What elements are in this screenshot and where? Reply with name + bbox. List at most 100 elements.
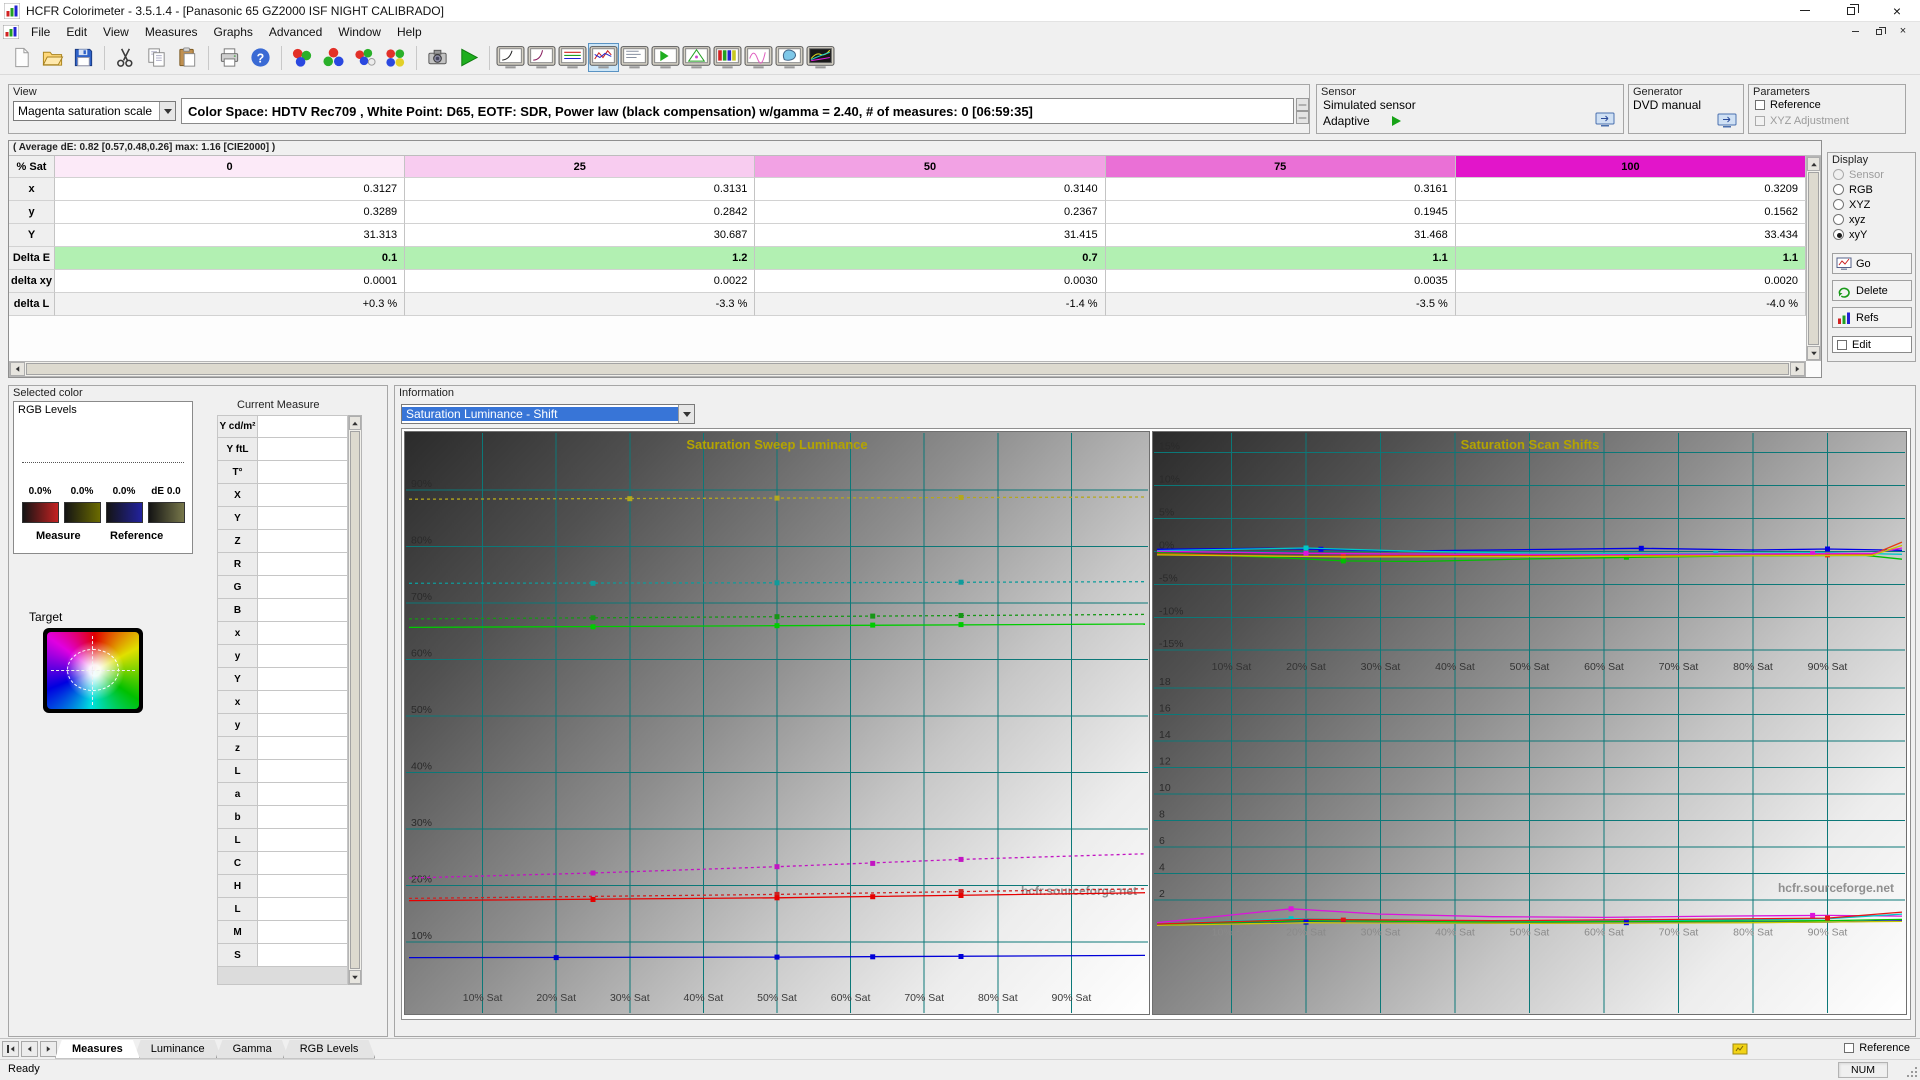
view-rgb-levels-button[interactable] (557, 43, 588, 72)
measure-row-value[interactable] (258, 944, 348, 967)
view-gamma-button[interactable] (495, 43, 526, 72)
scroll-left-icon[interactable] (10, 362, 25, 376)
table-cell[interactable]: 0.3140 (755, 178, 1105, 201)
mdi-minimize-button[interactable] (1844, 24, 1866, 39)
measure-row-value[interactable] (258, 553, 348, 576)
scrollbar-thumb[interactable] (26, 363, 1789, 375)
menu-file[interactable]: File (23, 23, 58, 41)
saturation-scale-select[interactable]: Magenta saturation scale (13, 101, 176, 121)
go-button[interactable]: Go (1832, 253, 1912, 274)
table-cell[interactable]: 30.687 (405, 224, 755, 247)
table-cell[interactable]: 0.0020 (1456, 270, 1806, 293)
sensor-config-button[interactable] (1593, 110, 1617, 129)
measure-rgb-primaries-button[interactable] (318, 43, 349, 72)
table-cell[interactable]: -1.4 % (755, 293, 1105, 316)
view-cie-diagram-button[interactable] (774, 43, 805, 72)
table-cell[interactable]: 0.7 (755, 247, 1105, 270)
scroll-up-icon[interactable] (349, 416, 361, 430)
scrollbar-thumb[interactable] (1808, 172, 1819, 345)
reference-checkbox-row[interactable]: Reference (1755, 99, 1821, 111)
restore-button[interactable] (1828, 0, 1874, 21)
column-header-0[interactable]: 0 (55, 156, 405, 178)
delete-button[interactable]: Delete (1832, 280, 1912, 301)
table-vertical-scrollbar[interactable] (1806, 156, 1821, 361)
edit-checkbox-row[interactable]: Edit (1832, 336, 1912, 353)
measure-full-button[interactable] (380, 43, 411, 72)
measure-row-value[interactable] (258, 645, 348, 668)
tab-gamma[interactable]: Gamma (216, 1040, 289, 1059)
view-free-measures-button[interactable] (650, 43, 681, 72)
reference-checkbox-row[interactable]: Reference (1844, 1042, 1910, 1054)
table-cell[interactable]: 0.3289 (55, 201, 405, 224)
measure-row-value[interactable] (258, 737, 348, 760)
scroll-right-icon[interactable] (1790, 362, 1805, 376)
column-header-25[interactable]: 25 (405, 156, 755, 178)
measure-row-value[interactable] (258, 507, 348, 530)
minimize-button[interactable] (1782, 0, 1828, 21)
table-cell[interactable]: 0.0001 (55, 270, 405, 293)
measure-free-button[interactable] (349, 43, 380, 72)
table-cell[interactable]: 0.0030 (755, 270, 1105, 293)
radio-xyz[interactable]: XYZ (1828, 197, 1915, 212)
measure-row-value[interactable] (258, 760, 348, 783)
measure-row-value[interactable] (258, 898, 348, 921)
measure-row-value[interactable] (258, 438, 348, 461)
reference-checkbox[interactable] (1844, 1043, 1854, 1053)
paste-button[interactable] (172, 43, 203, 72)
edit-checkbox[interactable] (1837, 340, 1847, 350)
snapshot-camera-button[interactable] (422, 43, 453, 72)
table-cell[interactable]: 33.434 (1456, 224, 1806, 247)
table-cell[interactable]: 31.468 (1106, 224, 1456, 247)
close-button[interactable]: × (1874, 0, 1920, 21)
measure-row-value[interactable] (258, 484, 348, 507)
refs-button[interactable]: Refs (1832, 307, 1912, 328)
measure-row-value[interactable] (258, 875, 348, 898)
table-cell[interactable]: 0.3209 (1456, 178, 1806, 201)
radio-xyy[interactable]: xyY (1828, 227, 1915, 242)
menu-help[interactable]: Help (389, 23, 430, 41)
chevron-down-icon[interactable] (678, 405, 694, 423)
measure-row-value[interactable] (258, 530, 348, 553)
column-header-100[interactable]: 100 (1456, 156, 1806, 178)
cut-button[interactable] (110, 43, 141, 72)
table-cell[interactable]: 0.3127 (55, 178, 405, 201)
table-cell[interactable]: 1.1 (1106, 247, 1456, 270)
resize-grip[interactable] (1905, 1065, 1919, 1079)
column-header-50[interactable]: 50 (755, 156, 1105, 178)
table-cell[interactable]: 1.1 (1456, 247, 1806, 270)
measure-row-value[interactable] (258, 691, 348, 714)
generator-config-button[interactable] (1715, 111, 1739, 130)
table-cell[interactable]: 0.0035 (1106, 270, 1456, 293)
view-log-button[interactable] (619, 43, 650, 72)
scrollbar-thumb[interactable] (350, 431, 360, 969)
new-document-button[interactable] (6, 43, 37, 72)
measure-row-value[interactable] (258, 921, 348, 944)
tab-luminance[interactable]: Luminance (134, 1040, 222, 1059)
print-button[interactable] (214, 43, 245, 72)
information-view-select[interactable]: Saturation Luminance - Shift (401, 404, 695, 424)
measure-row-value[interactable] (258, 415, 348, 438)
table-cell[interactable]: 0.3131 (405, 178, 755, 201)
table-cell[interactable]: 0.2842 (405, 201, 755, 224)
measure-row-value[interactable] (258, 783, 348, 806)
first-tab-button[interactable] (2, 1041, 19, 1057)
measure-row-value[interactable] (258, 461, 348, 484)
next-tab-button[interactable] (40, 1041, 57, 1057)
view-spectrum-button[interactable] (743, 43, 774, 72)
save-file-button[interactable] (68, 43, 99, 72)
measure-row-value[interactable] (258, 714, 348, 737)
measure-row-value[interactable] (258, 829, 348, 852)
table-cell[interactable]: -3.3 % (405, 293, 755, 316)
menu-window[interactable]: Window (330, 23, 389, 41)
table-cell[interactable]: -4.0 % (1456, 293, 1806, 316)
view-color-bars-button[interactable] (712, 43, 743, 72)
radio-icon[interactable] (1833, 214, 1844, 225)
table-cell[interactable]: 0.1945 (1106, 201, 1456, 224)
menu-graphs[interactable]: Graphs (206, 23, 261, 41)
table-cell[interactable]: 31.313 (55, 224, 405, 247)
radio-sensor[interactable]: Sensor (1828, 167, 1915, 182)
prev-tab-button[interactable] (21, 1041, 38, 1057)
chevron-down-icon[interactable] (159, 102, 175, 120)
view-measures-grid-button[interactable] (805, 43, 836, 72)
menu-advanced[interactable]: Advanced (261, 23, 330, 41)
